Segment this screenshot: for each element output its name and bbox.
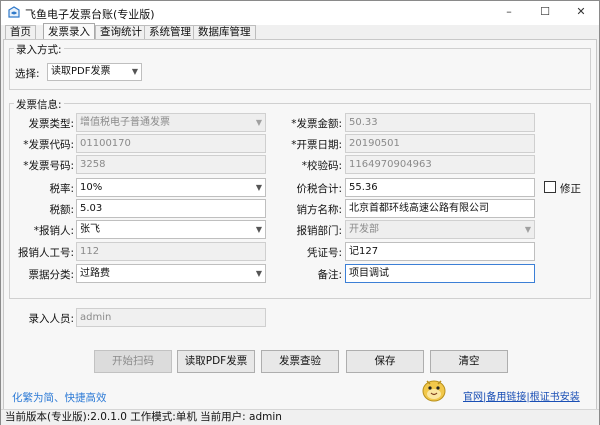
tab-database-admin[interactable]: 数据库管理	[193, 25, 256, 39]
check-code-label: *校验码:	[301, 160, 342, 172]
voucher-label: 凭证号:	[306, 247, 342, 259]
close-button[interactable]: ✕	[563, 1, 599, 25]
total-field[interactable]: 55.36	[345, 178, 535, 197]
invoice-type-value: 增值税电子普通发票	[80, 117, 170, 128]
reimburser-label: *报销人:	[33, 225, 74, 237]
tax-rate-value: 10%	[80, 182, 103, 193]
voucher-field[interactable]: 记127	[345, 242, 535, 261]
issue-date-field[interactable]: 20190501	[345, 134, 535, 153]
total-label: 价税合计:	[296, 183, 342, 195]
reimburser-select[interactable]: 张飞 ▼	[76, 220, 266, 239]
remark-label: 备注:	[317, 269, 342, 281]
invoice-entry-panel: 录入方式: 选择: 读取PDF发票 ▼ 发票信息: 发票类型: *发票代码: *…	[3, 39, 597, 410]
reimburser-id-label: 报销人工号:	[17, 247, 74, 259]
chevron-down-icon: ▼	[131, 67, 138, 76]
operator-field[interactable]: admin	[76, 308, 266, 327]
chevron-down-icon: ▼	[255, 269, 262, 278]
chevron-down-icon: ▼	[255, 183, 262, 192]
check-code-field[interactable]: 1164970904963	[345, 155, 535, 174]
invoice-type-select[interactable]: 增值税电子普通发票 ▼	[76, 113, 266, 132]
category-label: 票据分类:	[28, 269, 74, 281]
entry-mode-select[interactable]: 读取PDF发票 ▼	[47, 63, 142, 81]
entry-mode-group-title: 录入方式:	[14, 42, 64, 57]
tab-invoice-entry[interactable]: 发票录入	[43, 23, 95, 40]
department-label: 报销部门:	[296, 225, 342, 237]
invoice-info-group-title: 发票信息:	[14, 97, 64, 112]
status-text: 当前版本(专业版):2.0.1.0 工作模式:单机 当前用户: admin	[5, 411, 282, 423]
invoice-code-label: *发票代码:	[23, 139, 74, 151]
issue-date-label: *开票日期:	[291, 139, 342, 151]
start-scan-button[interactable]: 开始扫码	[94, 350, 172, 373]
chevron-down-icon: ▼	[255, 118, 262, 127]
remark-field[interactable]: 项目调试	[345, 264, 535, 283]
status-bar: 当前版本(专业版):2.0.1.0 工作模式:单机 当前用户: admin	[1, 409, 599, 425]
entry-mode-select-value: 读取PDF发票	[51, 66, 111, 77]
category-value: 过路费	[80, 268, 110, 279]
clear-button[interactable]: 清空	[430, 350, 508, 373]
title-bar: 飞鱼电子发票台账(专业版) – ☐ ✕	[1, 1, 599, 25]
minimize-button[interactable]: –	[491, 1, 527, 25]
seller-label: 销方名称:	[296, 204, 342, 216]
mascot-icon	[422, 380, 446, 402]
chevron-down-icon: ▼	[255, 225, 262, 234]
invoice-number-field[interactable]: 3258	[76, 155, 266, 174]
tax-rate-select[interactable]: 10% ▼	[76, 178, 266, 197]
help-links[interactable]: 官网|备用链接|根证书安装	[463, 388, 580, 403]
invoice-amount-label: *发票金额:	[291, 118, 342, 130]
operator-label: 录入人员:	[28, 313, 74, 325]
chevron-down-icon: ▼	[524, 225, 531, 234]
tab-system-admin[interactable]: 系统管理	[144, 25, 196, 39]
department-value: 开发部	[349, 224, 379, 235]
invoice-amount-field[interactable]: 50.33	[345, 113, 535, 132]
tab-home[interactable]: 首页	[5, 25, 36, 39]
correct-label: 修正	[560, 183, 581, 195]
tax-amount-field[interactable]: 5.03	[76, 199, 266, 218]
app-logo-icon	[8, 6, 20, 18]
app-window: 飞鱼电子发票台账(专业版) – ☐ ✕ 首页 发票录入 查询统计 系统管理 数据…	[0, 0, 600, 425]
invoice-type-label: 发票类型:	[28, 118, 74, 130]
verify-invoice-button[interactable]: 发票查验	[261, 350, 339, 373]
correct-checkbox[interactable]	[544, 181, 556, 193]
reimburser-id-field[interactable]: 112	[76, 242, 266, 261]
reimburser-value: 张飞	[80, 224, 100, 235]
seller-field[interactable]: 北京首都环线高速公路有限公司	[345, 199, 535, 218]
tax-amount-label: 税额:	[49, 204, 74, 216]
tab-query-stats[interactable]: 查询统计	[95, 25, 147, 39]
category-select[interactable]: 过路费 ▼	[76, 264, 266, 283]
invoice-code-field[interactable]: 01100170	[76, 134, 266, 153]
maximize-button[interactable]: ☐	[527, 1, 563, 25]
slogan-text: 化繁为简、快捷高效	[12, 392, 107, 404]
read-pdf-button[interactable]: 读取PDF发票	[177, 350, 255, 373]
tax-rate-label: 税率:	[49, 183, 74, 195]
entry-mode-label: 选择:	[15, 68, 40, 80]
department-select[interactable]: 开发部 ▼	[345, 220, 535, 239]
save-button[interactable]: 保存	[346, 350, 424, 373]
invoice-number-label: *发票号码:	[23, 160, 74, 172]
window-title: 飞鱼电子发票台账(专业版)	[25, 8, 155, 21]
